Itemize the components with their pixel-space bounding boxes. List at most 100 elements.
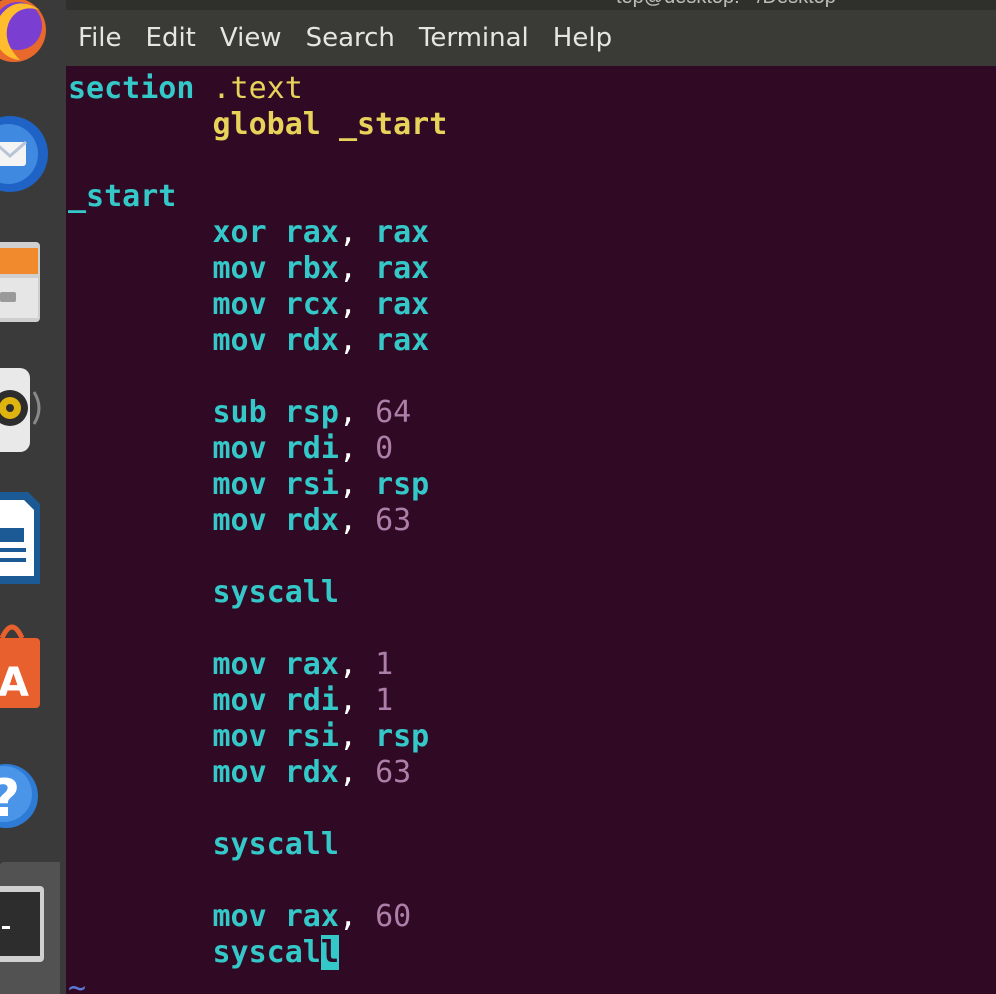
- code-keyword: mov: [212, 503, 267, 538]
- code-keyword: sub: [212, 395, 267, 430]
- code-label: _start: [68, 179, 177, 214]
- code-keyword: rdx: [284, 323, 339, 358]
- code-keyword: rsi: [284, 719, 339, 754]
- code-number: 60: [375, 899, 412, 934]
- code-token: ,: [338, 431, 357, 466]
- code-keyword: rax: [375, 287, 430, 322]
- menu-file[interactable]: File: [78, 10, 122, 66]
- code-line: mov rax, 1: [68, 647, 447, 683]
- launcher-dock: A ?: [0, 0, 66, 994]
- software-center-icon[interactable]: A: [0, 618, 62, 714]
- code-keyword: syscall: [212, 827, 339, 862]
- code-buffer[interactable]: section .text global _start _start xor ra…: [68, 71, 447, 994]
- libreoffice-writer-icon[interactable]: [0, 488, 62, 590]
- code-line: sub rsp, 64: [68, 395, 447, 431]
- code-number: 0: [375, 431, 394, 466]
- help-icon[interactable]: ?: [0, 752, 62, 842]
- firefox-icon[interactable]: [0, 0, 62, 72]
- code-line: _start: [68, 179, 447, 215]
- code-keyword: rcx: [284, 287, 339, 322]
- code-token: ,: [338, 467, 357, 502]
- code-keyword: rax: [375, 215, 430, 250]
- code-keyword: rax: [284, 899, 339, 934]
- terminal-icon[interactable]: [0, 880, 62, 970]
- rhythmbox-icon[interactable]: [0, 364, 62, 456]
- code-token: ,: [338, 251, 357, 286]
- svg-text:A: A: [0, 660, 29, 706]
- code-keyword: mov: [212, 755, 267, 790]
- code-line: global _start: [68, 107, 448, 143]
- code-keyword: rsp: [375, 467, 430, 502]
- code-number: 1: [375, 683, 394, 718]
- code-number: 63: [375, 755, 412, 790]
- menu-terminal[interactable]: Terminal: [419, 10, 529, 66]
- svg-text:?: ?: [0, 769, 20, 829]
- code-keyword: rsp: [284, 395, 339, 430]
- code-keyword: section: [68, 71, 195, 106]
- code-keyword: mov: [212, 287, 267, 322]
- code-token: ,: [338, 503, 357, 538]
- code-line: section .text: [68, 71, 447, 107]
- code-keyword: rsi: [284, 467, 339, 502]
- code-token: ,: [338, 647, 357, 682]
- code-keyword: xor: [212, 215, 267, 250]
- code-token: ,: [338, 215, 357, 250]
- window-title: tep@desktop: ~/Desktop: [616, 0, 836, 9]
- menu-view[interactable]: View: [220, 10, 282, 66]
- code-line: mov rdx, 63: [68, 755, 447, 791]
- code-keyword: rdx: [284, 755, 339, 790]
- terminal-editor-area[interactable]: section .text global _start _start xor ra…: [66, 66, 996, 994]
- code-line: mov rdx, 63: [68, 503, 447, 539]
- code-keyword: mov: [212, 683, 267, 718]
- code-keyword: rax: [284, 215, 339, 250]
- code-keyword: mov: [212, 719, 267, 754]
- menu-edit[interactable]: Edit: [146, 10, 196, 66]
- code-keyword: rax: [284, 647, 339, 682]
- code-keyword: rax: [375, 251, 430, 286]
- files-icon[interactable]: [0, 234, 62, 330]
- menu-search[interactable]: Search: [306, 10, 395, 66]
- window-titlebar[interactable]: tep@desktop: ~/Desktop: [66, 0, 996, 10]
- code-line: mov rdx, rax: [68, 323, 447, 359]
- thunderbird-icon[interactable]: [0, 104, 62, 202]
- code-keyword: mov: [212, 467, 267, 502]
- code-number: 1: [375, 647, 394, 682]
- menu-bar: File Edit View Search Terminal Help: [66, 10, 996, 66]
- code-directive: _start: [338, 107, 448, 142]
- code-line: syscall: [68, 575, 447, 611]
- code-token: ,: [338, 719, 357, 754]
- code-keyword: rdi: [284, 683, 339, 718]
- code-keyword: rdi: [284, 431, 339, 466]
- code-directive: .text: [212, 71, 303, 106]
- menu-help[interactable]: Help: [553, 10, 612, 66]
- code-token: ,: [338, 323, 357, 358]
